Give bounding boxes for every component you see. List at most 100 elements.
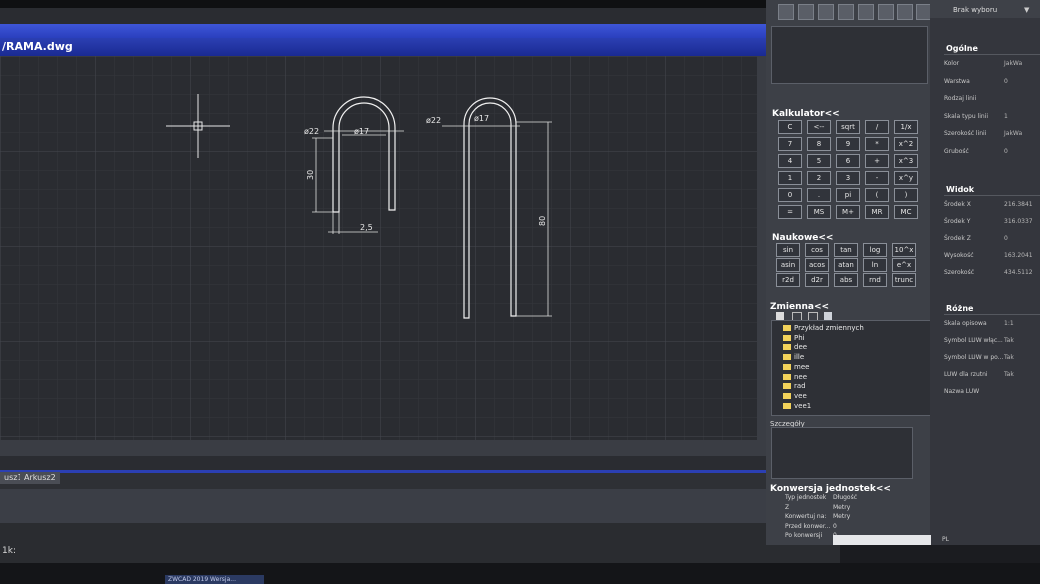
calc-button[interactable]: * (865, 137, 889, 151)
property-value[interactable]: JakWa (1004, 130, 1022, 137)
calc-button[interactable]: pi (836, 188, 860, 202)
calc-button[interactable]: C (778, 120, 802, 134)
conversion-value[interactable]: Długość (833, 494, 857, 501)
conversion-value[interactable]: Metry (833, 504, 850, 511)
property-value[interactable]: Tak (1004, 337, 1014, 344)
horizontal-scrollbar[interactable] (0, 440, 757, 456)
tree-item[interactable]: rad (783, 382, 806, 391)
scientific-button[interactable]: ln (863, 258, 887, 272)
tab-layout2[interactable]: Arkusz2 (20, 472, 60, 484)
new-variable-icon[interactable] (776, 312, 784, 320)
calc-button[interactable]: 5 (807, 154, 831, 168)
calc-button[interactable]: 3 (836, 171, 860, 185)
chevron-down-icon[interactable]: ▼ (1024, 6, 1029, 14)
scientific-button[interactable]: atan (834, 258, 858, 272)
property-value[interactable]: 0 (1004, 78, 1008, 85)
tree-item[interactable]: Phi (783, 334, 805, 343)
property-value[interactable]: Tak (1004, 371, 1014, 378)
calc-button[interactable]: 1 (778, 171, 802, 185)
view-section-title[interactable]: Widok (946, 185, 974, 194)
general-section-title[interactable]: Ogólne (946, 44, 978, 53)
scientific-button[interactable]: d2r (805, 273, 829, 287)
scientific-button[interactable]: acos (805, 258, 829, 272)
scientific-button[interactable]: 10^x (892, 243, 916, 257)
tree-item[interactable]: vee1 (783, 402, 811, 411)
calc-button[interactable]: 6 (836, 154, 860, 168)
calc-button[interactable]: ) (894, 188, 918, 202)
calculator-title[interactable]: Kalkulator<< (772, 109, 840, 119)
calc-button[interactable]: - (865, 171, 889, 185)
pick-point-icon[interactable] (838, 4, 854, 20)
conversion-value[interactable]: 0 (833, 523, 837, 530)
scientific-button[interactable]: sin (776, 243, 800, 257)
scientific-button[interactable]: tan (834, 243, 858, 257)
calc-button[interactable]: MR (865, 205, 889, 219)
tree-item[interactable]: vee (783, 392, 807, 401)
property-value[interactable]: 0 (1004, 148, 1008, 155)
property-value[interactable]: 216.3841 (1004, 201, 1033, 208)
conversion-title[interactable]: Konwersja jednostek<< (770, 484, 891, 494)
scientific-button[interactable]: log (863, 243, 887, 257)
intersection-icon[interactable] (897, 4, 913, 20)
calc-button[interactable]: . (807, 188, 831, 202)
scientific-button[interactable]: e^x (892, 258, 916, 272)
scientific-button[interactable]: trunc (892, 273, 916, 287)
property-value[interactable]: 316.0337 (1004, 218, 1033, 225)
search-box[interactable] (833, 535, 931, 545)
drawing-canvas[interactable]: ø22 ø17 30 2,5 ø22 ø17 80 (0, 56, 757, 440)
calc-button[interactable]: x^3 (894, 154, 918, 168)
tree-item[interactable]: mee (783, 363, 809, 372)
calc-button[interactable]: 1/x (894, 120, 918, 134)
tree-item[interactable]: Przykład zmiennych (783, 324, 864, 333)
calc-button[interactable]: ( (865, 188, 889, 202)
vertical-scrollbar[interactable] (757, 56, 766, 456)
calc-button[interactable]: 9 (836, 137, 860, 151)
scientific-button[interactable]: rnd (863, 273, 887, 287)
property-value[interactable]: Tak (1004, 354, 1014, 361)
calc-button[interactable]: x^y (894, 171, 918, 185)
distance-icon[interactable] (858, 4, 874, 20)
tree-item[interactable]: dee (783, 343, 807, 352)
calc-button[interactable]: MS (807, 205, 831, 219)
calc-button[interactable]: M+ (836, 205, 860, 219)
tree-item[interactable]: ille (783, 353, 804, 362)
calc-button[interactable]: 8 (807, 137, 831, 151)
property-value[interactable]: 434.5112 (1004, 269, 1033, 276)
dim-80: 80 (538, 216, 547, 226)
property-value[interactable]: JakWa (1004, 60, 1022, 67)
taskbar-app-zwcad[interactable]: ZWCAD 2019 Wersja... (165, 575, 264, 584)
calc-button[interactable]: = (778, 205, 802, 219)
calc-button[interactable]: 0 (778, 188, 802, 202)
folder-icon (783, 344, 791, 351)
rotate-icon[interactable] (798, 4, 814, 20)
calc-button[interactable]: sqrt (836, 120, 860, 134)
eraser-icon[interactable] (778, 4, 794, 20)
paste-icon[interactable] (818, 4, 834, 20)
calc-button[interactable]: 2 (807, 171, 831, 185)
property-value[interactable]: 1:1 (1004, 320, 1014, 327)
calc-button[interactable]: / (865, 120, 889, 134)
calc-button[interactable]: 7 (778, 137, 802, 151)
scientific-button[interactable]: cos (805, 243, 829, 257)
angle-icon[interactable] (878, 4, 894, 20)
scientific-title[interactable]: Naukowe<< (772, 233, 833, 243)
calc-button[interactable]: MC (894, 205, 918, 219)
selection-dropdown[interactable]: Brak wyboru (953, 6, 997, 14)
command-line[interactable] (0, 523, 840, 563)
calc-variable-icon[interactable] (824, 312, 832, 320)
misc-section-title[interactable]: Różne (946, 304, 973, 313)
calc-button[interactable]: 4 (778, 154, 802, 168)
variables-title[interactable]: Zmienna<< (770, 302, 829, 312)
property-value[interactable]: 0 (1004, 235, 1008, 242)
input-box[interactable] (771, 26, 928, 84)
conversion-value[interactable]: Metry (833, 513, 850, 520)
tree-item[interactable]: nee (783, 373, 807, 382)
property-value[interactable]: 1 (1004, 113, 1008, 120)
scientific-button[interactable]: asin (776, 258, 800, 272)
scientific-button[interactable]: abs (834, 273, 858, 287)
calc-button[interactable]: <-- (807, 120, 831, 134)
calc-button[interactable]: + (865, 154, 889, 168)
calc-button[interactable]: x^2 (894, 137, 918, 151)
scientific-button[interactable]: r2d (776, 273, 800, 287)
property-value[interactable]: 163.2041 (1004, 252, 1033, 259)
